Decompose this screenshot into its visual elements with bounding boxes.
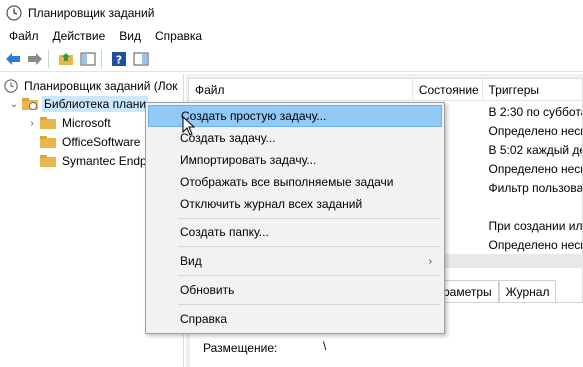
menu-item-help[interactable]: Справка [148, 308, 442, 330]
menu-item-disable-history[interactable]: Отключить журнал всех заданий [148, 193, 442, 215]
trigger-cell: Определено неско [488, 123, 583, 138]
trigger-cell [483, 197, 583, 216]
folder-icon [40, 155, 56, 167]
tree-item-label: Библиотека плани [42, 96, 149, 112]
tree-item-label: Symantec Endp [62, 154, 147, 168]
expander-blank [26, 136, 38, 148]
menu-item-label: Вид [180, 254, 202, 268]
title-bar: Планировщик заданий [0, 0, 583, 26]
show-hide-actions-button[interactable] [132, 50, 150, 68]
tab-parameters[interactable]: раметры [436, 280, 499, 302]
folder-icon [40, 117, 56, 129]
help-button[interactable]: ? [110, 50, 128, 68]
trigger-cell: В 5:02 каждый ден [488, 142, 583, 157]
menu-item-refresh[interactable]: Обновить [148, 279, 442, 301]
tree-item-microsoft[interactable]: › Microsoft [26, 113, 113, 133]
trigger-cell: Определено неско [488, 161, 583, 176]
column-header-triggers[interactable]: Триггеры [483, 79, 583, 101]
trigger-cell: Фильтр пользоват [488, 180, 583, 195]
clock-icon [6, 5, 22, 21]
svg-text:?: ? [116, 53, 122, 66]
chevron-right-icon[interactable]: › [26, 117, 38, 129]
tree-item-officesoftware[interactable]: OfficeSoftware [26, 132, 142, 152]
panel-icon [133, 52, 149, 65]
menu-help[interactable]: Справка [148, 29, 209, 43]
folder-icon [40, 136, 56, 148]
show-hide-tree-button[interactable] [79, 50, 97, 68]
menu-action[interactable]: Действие [46, 29, 113, 43]
menu-view[interactable]: Вид [112, 29, 148, 43]
context-menu: Создать простую задачу... Создать задачу… [145, 102, 445, 334]
mouse-cursor-icon [182, 116, 196, 136]
trigger-cell: В 2:30 по суббота [488, 104, 583, 119]
menu-separator [178, 275, 440, 276]
menu-separator [178, 246, 440, 247]
trigger-cell: Определено неско [488, 237, 583, 252]
trigger-cell: При создании или [488, 218, 583, 233]
toolbar-separator [101, 49, 102, 68]
grid-header: Файл Состояние Триггеры [189, 79, 582, 101]
tab-log[interactable]: Журнал [498, 280, 557, 302]
clock-icon [4, 79, 18, 93]
menu-file[interactable]: Файл [0, 29, 46, 43]
window-title: Планировщик заданий [28, 6, 155, 20]
location-label: Размещение: [203, 341, 278, 355]
toolbar: ? [0, 46, 583, 72]
tree-item-label: OfficeSoftware [62, 135, 141, 149]
menu-item-view[interactable]: Вид › [148, 250, 442, 272]
menu-item-show-running-tasks[interactable]: Отображать все выполняемые задачи [148, 171, 442, 193]
expander-blank [26, 155, 38, 167]
forward-button[interactable] [26, 50, 44, 68]
menu-separator [178, 304, 440, 305]
back-arrow-icon [6, 52, 20, 65]
menu-item-new-folder[interactable]: Создать папку... [148, 221, 442, 243]
folder-clock-icon [22, 98, 38, 110]
up-folder-button[interactable] [57, 50, 75, 68]
toolbar-separator [48, 49, 49, 68]
forward-arrow-icon [28, 52, 42, 65]
detail-tabs: раметры Журнал [436, 280, 557, 302]
help-icon: ? [112, 51, 126, 66]
chevron-down-icon[interactable]: ⌄ [8, 98, 20, 110]
menu-item-import-task[interactable]: Импортировать задачу... [148, 149, 442, 171]
column-header-file[interactable]: Файл [189, 79, 413, 101]
tree-item-label: Microsoft [62, 116, 111, 130]
panel-icon [80, 52, 96, 65]
chevron-right-icon: › [428, 255, 432, 267]
tree-item-symantec[interactable]: Symantec Endp [26, 151, 149, 171]
folder-up-icon [59, 52, 73, 65]
tree-root-label: Планировщик заданий (Лок [24, 79, 178, 93]
column-header-status[interactable]: Состояние [413, 79, 483, 101]
menu-bar: Файл Действие Вид Справка [0, 26, 583, 46]
location-value: \ [323, 339, 327, 353]
tree-item-library[interactable]: ⌄ Библиотека плани [8, 94, 149, 114]
menu-separator [178, 218, 440, 219]
tree-root[interactable]: Планировщик заданий (Лок [4, 76, 180, 96]
back-button[interactable] [4, 50, 22, 68]
